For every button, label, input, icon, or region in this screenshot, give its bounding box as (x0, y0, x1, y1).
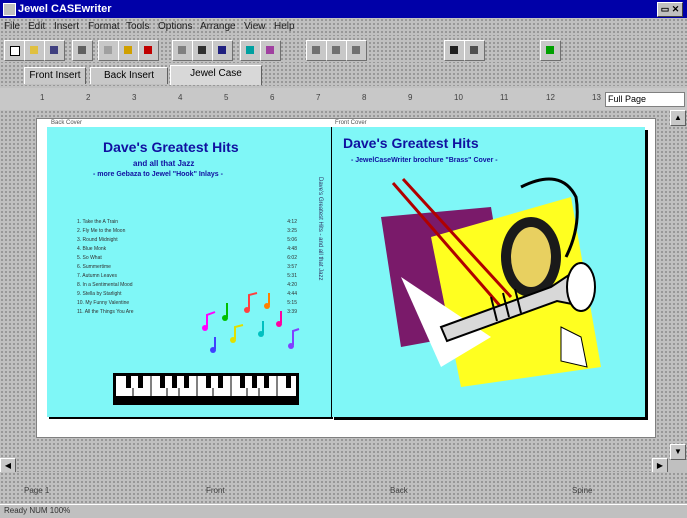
menu-file[interactable]: File (4, 21, 20, 32)
vertical-ruler (0, 110, 20, 460)
ruler-tick: 8 (362, 93, 367, 102)
track-row[interactable]: 3. Round Midnight 5:06 (77, 237, 297, 246)
back-subtitle-2[interactable]: - more Gebaza to Jewel "Hook" Inlays - (93, 171, 223, 178)
window-title: Jewel CASEwriter (18, 3, 112, 15)
menu-insert[interactable]: Insert (54, 21, 79, 32)
ruler-tick: 3 (132, 93, 137, 102)
ruler-tick: 4 (178, 93, 183, 102)
app-icon[interactable] (3, 3, 16, 16)
tab-jewel-case[interactable]: Jewel Case (170, 65, 262, 85)
scroll-down-button[interactable]: ▼ (670, 444, 686, 460)
panel-divider (331, 127, 332, 417)
menu-help[interactable]: Help (274, 21, 295, 32)
menu-view[interactable]: View (244, 21, 266, 32)
color-icon[interactable] (540, 40, 561, 61)
toolbar (0, 37, 687, 63)
status-bar: Ready NUM 100% (0, 504, 687, 518)
window-controls[interactable]: ▭ ✕ (657, 2, 683, 17)
undo-icon[interactable] (172, 40, 193, 61)
open-icon[interactable] (24, 40, 45, 61)
menu-edit[interactable]: Edit (28, 21, 45, 32)
track-row[interactable]: 6. Summertime 3:57 (77, 264, 297, 273)
ruler-tick: 13 (592, 93, 601, 102)
copy-icon[interactable] (118, 40, 139, 61)
ruler-tick: 9 (408, 93, 413, 102)
spine-text[interactable]: Dave's Greatest Hits - and all that Jazz (311, 177, 323, 347)
paste-icon[interactable] (138, 40, 159, 61)
tab-back-insert[interactable]: Back Insert (90, 67, 168, 84)
title-bar: Jewel CASEwriter ▭ ✕ (0, 0, 687, 18)
back-title[interactable]: Dave's Greatest Hits (103, 139, 239, 155)
back-cover[interactable]: Dave's Greatest Hits and all that Jazz -… (47, 127, 331, 417)
tab-front-insert[interactable]: Front Insert (24, 67, 86, 84)
align-left-icon[interactable] (306, 40, 327, 61)
menu-bar: File Edit Insert Format Tools Options Ar… (0, 18, 687, 36)
align-right-icon[interactable] (346, 40, 367, 61)
menu-options[interactable]: Options (158, 21, 192, 32)
ruler-tick: 1 (40, 93, 45, 102)
front-title[interactable]: Dave's Greatest Hits (343, 135, 479, 151)
picture-icon[interactable] (260, 40, 281, 61)
ruler-tick: 7 (316, 93, 321, 102)
horizontal-scrollbar[interactable]: ◀ ▶ (0, 458, 668, 474)
box-icon[interactable] (240, 40, 261, 61)
menu-format[interactable]: Format (88, 21, 120, 32)
brass-instruments-clipart[interactable] (381, 177, 611, 395)
track-row[interactable]: 7. Autumn Leaves 5:31 (77, 273, 297, 282)
print-icon[interactable] (72, 40, 93, 61)
save-icon[interactable] (44, 40, 65, 61)
front-cover-label: Front Cover (335, 120, 367, 126)
ruler-tick: 6 (270, 93, 275, 102)
ruler-tick: 11 (500, 93, 509, 102)
bottom-cell: Back (390, 486, 408, 495)
insert-tabs: Front Insert Back Insert Jewel Case (0, 64, 687, 86)
align-center-icon[interactable] (326, 40, 347, 61)
vertical-scrollbar[interactable]: ▲ ▼ (668, 110, 687, 460)
music-notes-clipart[interactable] (197, 287, 307, 367)
track-row[interactable]: 2. Fly Me to the Moon 3:25 (77, 228, 297, 237)
cut-icon[interactable] (98, 40, 119, 61)
zoom-select[interactable]: Full Page (605, 92, 685, 107)
ruler-tick: 2 (86, 93, 91, 102)
front-cover[interactable]: Dave's Greatest Hits - JewelCaseWriter b… (331, 127, 645, 417)
bottom-cell: Spine (572, 486, 593, 495)
ruler-tick: 12 (546, 93, 555, 102)
bottom-cell: Front (206, 486, 225, 495)
keyboard-clipart[interactable] (113, 373, 299, 405)
new-icon[interactable] (4, 40, 25, 61)
italic-icon[interactable] (464, 40, 485, 61)
back-cover-label: Back Cover (51, 120, 83, 126)
track-row[interactable]: 5. So What 6:02 (77, 255, 297, 264)
bottom-cell: Page 1 (24, 486, 50, 495)
horizontal-ruler: 1 2 3 4 5 6 7 8 9 10 11 12 13 Full Page (0, 88, 687, 111)
track-row[interactable]: 1. Take the A Train 4:12 (77, 219, 297, 228)
bottom-bar: Page 1 Front Back Spine (0, 472, 687, 504)
front-subtitle[interactable]: - JewelCaseWriter brochure "Brass" Cover… (351, 157, 498, 164)
status-text: Ready NUM 100% (4, 506, 71, 515)
document-canvas[interactable]: Back Cover Front Cover Dave's Greatest H… (20, 110, 668, 458)
ruler-tick: 5 (224, 93, 229, 102)
track-row[interactable]: 4. Blue Monk 4:48 (77, 246, 297, 255)
menu-tools[interactable]: Tools (126, 21, 149, 32)
line-icon[interactable] (212, 40, 233, 61)
text-icon[interactable] (192, 40, 213, 61)
bold-icon[interactable] (444, 40, 465, 61)
back-subtitle-1[interactable]: and all that Jazz (133, 159, 194, 168)
menu-arrange[interactable]: Arrange (200, 21, 236, 32)
scroll-up-button[interactable]: ▲ (670, 110, 686, 126)
page: Back Cover Front Cover Dave's Greatest H… (36, 118, 656, 438)
ruler-tick: 10 (454, 93, 463, 102)
